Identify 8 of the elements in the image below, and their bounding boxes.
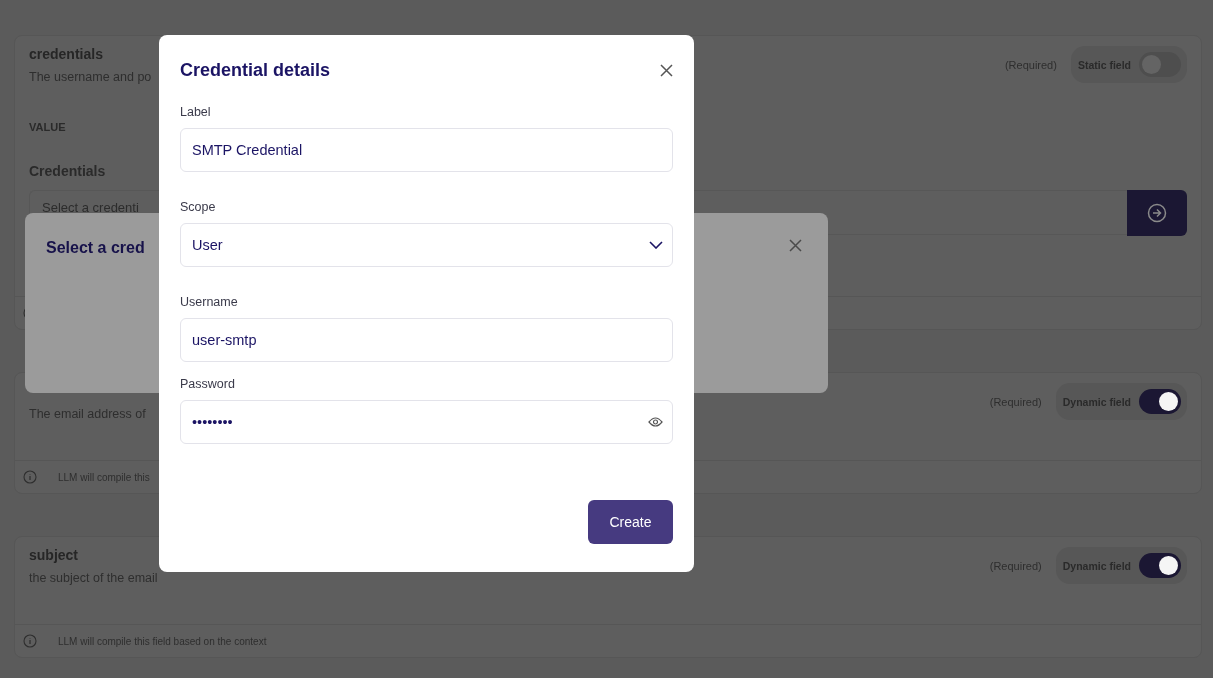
dialog-title: Credential details [180,60,331,81]
field-title: credentials [29,46,104,64]
dialog-title: Select a cred [46,239,145,258]
field-label: Scope [180,200,217,214]
field-label: Label [180,105,212,119]
field-label: Username [180,295,239,309]
field-title: subject [29,547,79,565]
field-label: Password [180,377,236,391]
